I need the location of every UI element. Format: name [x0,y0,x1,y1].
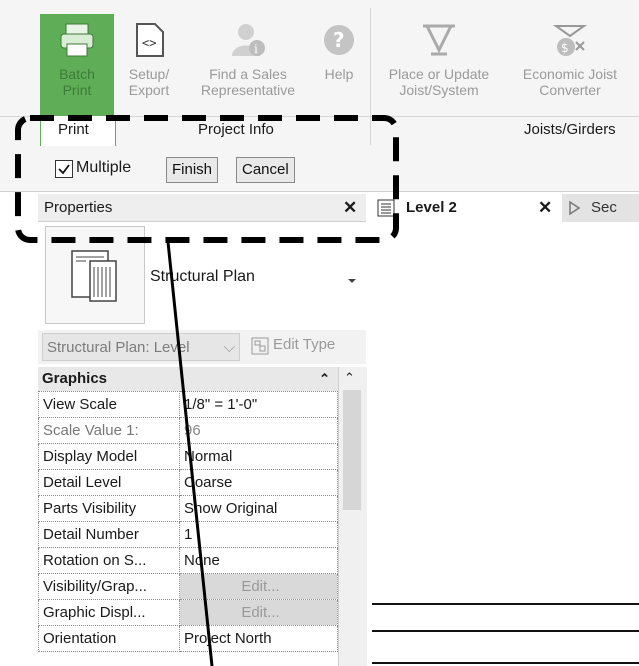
table-row[interactable]: Orientation Project North [38,625,338,652]
type-name[interactable]: Structural Plan [150,268,255,286]
edit-type-button[interactable]: Edit Type [273,336,335,353]
help-icon: ? [324,25,354,55]
table-row[interactable]: Detail Level Coarse [38,469,338,496]
panel-joists-girders-title: Joists/Girders [524,121,616,138]
help-button[interactable]: ? Help [314,14,364,116]
tab-close-icon[interactable]: ✕ [538,198,552,218]
printer-icon [60,23,94,57]
batch-print-button[interactable]: Batch Print [40,14,114,116]
table-row[interactable]: Rotation on S... None [38,547,338,574]
joist-converter-icon: $ [552,25,588,56]
setup-export-button[interactable]: <> Setup/ Export [118,14,180,116]
section-view-icon [567,198,583,223]
find-sales-rep-button[interactable]: i Find a Sales Representative [186,14,310,116]
instance-selector[interactable]: Structural Plan: Level ⌵ [42,333,240,361]
collapse-icon[interactable]: ⌃ [319,367,330,391]
edit-type-icon [250,336,270,361]
type-dropdown-icon[interactable] [346,272,358,290]
table-row[interactable]: View Scale 1/8" = 1'-0" [38,391,338,418]
export-icon: <> [136,23,164,57]
scroll-up-icon[interactable]: ⌃ [344,370,355,386]
sales-rep-icon: i [232,24,265,56]
svg-text:<>: <> [142,36,156,50]
svg-text:?: ? [333,28,345,52]
svg-text:$: $ [561,41,569,55]
joist-icon [423,24,455,56]
table-row[interactable]: Display Model Normal [38,443,338,470]
place-update-joist-button[interactable]: Place or Update Joist/System [376,14,502,116]
table-row[interactable]: Visibility/Grap... Edit... [38,573,338,600]
table-row[interactable]: Scale Value 1: 96 [38,417,338,444]
canvas-line [372,603,639,605]
table-row[interactable]: Parts Visibility Show Original [38,495,338,522]
canvas-line [372,662,639,664]
svg-text:i: i [254,42,258,56]
ribbon-separator [370,8,371,118]
drawing-canvas[interactable] [370,222,639,666]
table-row[interactable]: Graphic Displ... Edit... [38,599,338,626]
annotation-dashed-highlight [15,115,399,243]
scrollbar-thumb[interactable] [343,390,361,510]
table-row[interactable]: Detail Number 1 [38,521,338,548]
selector-chevron-down-icon: ⌵ [223,339,235,356]
graphics-group-header[interactable]: Graphics ⌃ [38,367,338,391]
visibility-edit-button[interactable]: Edit... [179,573,338,600]
tab-level-2[interactable]: Level 2 [406,199,457,216]
economic-joist-converter-button[interactable]: $ Economic Joist Converter [508,14,632,116]
tab-section-label: Sec [591,199,617,216]
canvas-line [372,630,639,632]
properties-table: View Scale 1/8" = 1'-0" Scale Value 1: 96 … [38,391,338,652]
graphic-display-edit-button[interactable]: Edit... [179,599,338,626]
